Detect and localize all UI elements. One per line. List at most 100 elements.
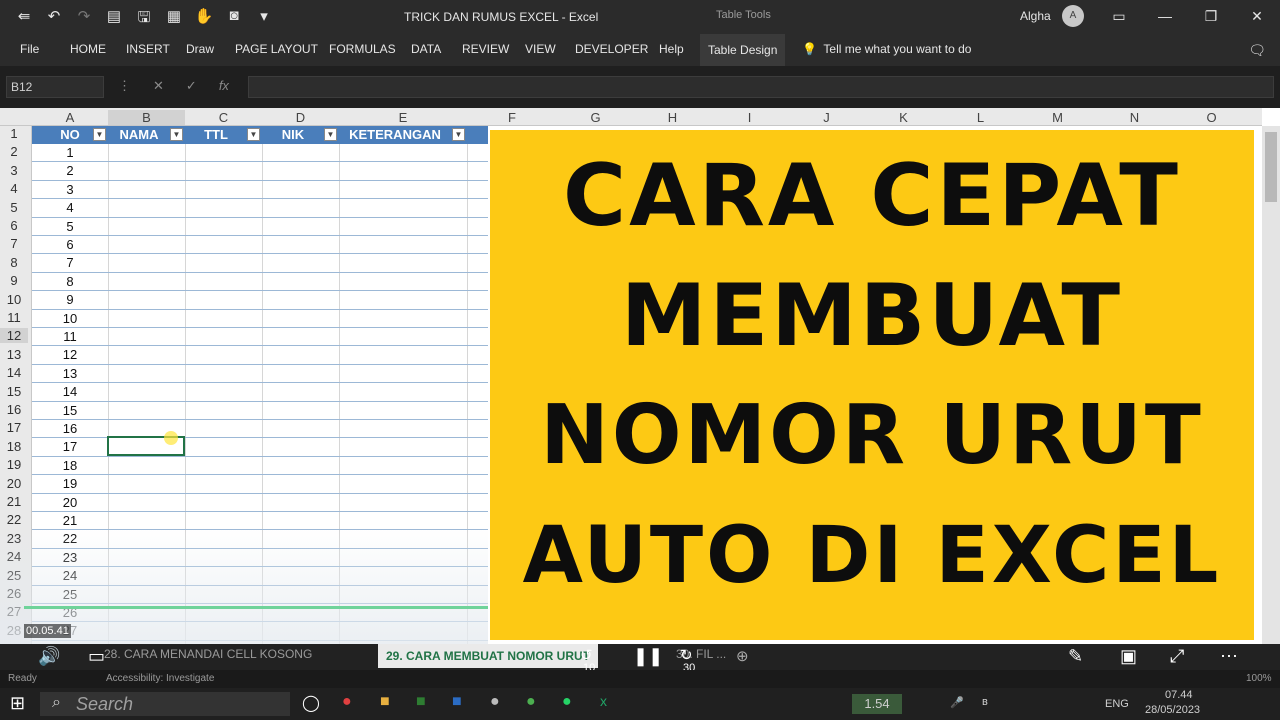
folder-icon[interactable]: ■	[380, 693, 390, 711]
cell-no[interactable]: 8	[32, 274, 108, 289]
column-header[interactable]: D	[262, 110, 339, 125]
column-header[interactable]: O	[1173, 110, 1250, 125]
close-button[interactable]: ✕	[1234, 0, 1280, 32]
filter-dropdown-icon[interactable]: ▼	[93, 128, 106, 141]
row-header[interactable]: 20	[0, 476, 28, 491]
cell-no[interactable]: 12	[32, 347, 108, 362]
column-header[interactable]: A	[32, 110, 108, 125]
cell-no[interactable]: 19	[32, 476, 108, 491]
filter-dropdown-icon[interactable]: ▼	[324, 128, 337, 141]
filter-dropdown-icon[interactable]: ▼	[170, 128, 183, 141]
grid-icon[interactable]: ▦	[164, 7, 184, 32]
filter-dropdown-icon[interactable]: ▼	[452, 128, 465, 141]
column-header[interactable]: E	[339, 110, 467, 125]
clock-time[interactable]: 07.44	[1165, 689, 1193, 701]
ribbon-display-icon[interactable]: ▭	[1096, 0, 1142, 32]
tab-home[interactable]: HOME	[70, 42, 106, 56]
row-header[interactable]: 3	[0, 163, 28, 178]
cell-no[interactable]: 20	[32, 495, 108, 510]
tab-table-design[interactable]: Table Design	[700, 34, 786, 66]
subtitles-icon[interactable]: ▭	[88, 646, 105, 667]
row-header[interactable]: 17	[0, 420, 28, 435]
row-header[interactable]: 11	[0, 310, 28, 325]
task-view-icon[interactable]: ◯	[302, 693, 320, 713]
column-header[interactable]: L	[942, 110, 1019, 125]
column-header[interactable]: H	[634, 110, 711, 125]
camera-icon[interactable]: ◙	[224, 7, 244, 32]
touch-mode-icon[interactable]: ✋	[194, 7, 214, 32]
cell-no[interactable]: 7	[32, 255, 108, 270]
tab-view[interactable]: VIEW	[525, 42, 556, 56]
cell-no[interactable]: 15	[32, 403, 108, 418]
cell-no[interactable]: 11	[32, 329, 108, 344]
tab-draw[interactable]: Draw	[186, 42, 214, 56]
cell-no[interactable]: 18	[32, 458, 108, 473]
taskbar-search[interactable]: Search	[40, 692, 290, 716]
whatsapp-icon[interactable]: ●	[562, 693, 572, 711]
row-header[interactable]: 16	[0, 402, 28, 417]
back-icon[interactable]: ⇚	[14, 7, 34, 32]
cell-no[interactable]: 17	[32, 439, 108, 454]
app-icon[interactable]: ■	[452, 693, 462, 711]
tray-chip[interactable]: 1.54	[852, 694, 902, 714]
edit-icon[interactable]: ✎	[1068, 646, 1083, 667]
row-header[interactable]: 6	[0, 218, 28, 233]
column-header[interactable]: C	[185, 110, 262, 125]
cell-no[interactable]: 2	[32, 163, 108, 178]
redo-icon[interactable]: ↷	[74, 7, 94, 32]
windows-icon[interactable]: ⊞	[10, 693, 25, 714]
miniplayer-icon[interactable]: ▣	[1120, 646, 1137, 667]
column-header[interactable]: I	[711, 110, 788, 125]
column-header[interactable]: M	[1019, 110, 1096, 125]
row-header[interactable]: 15	[0, 384, 28, 399]
cell-no[interactable]: 4	[32, 200, 108, 215]
customize-qat-icon[interactable]: ▾	[254, 7, 274, 32]
formula-input[interactable]	[248, 76, 1274, 98]
column-header[interactable]: N	[1096, 110, 1173, 125]
cell-no[interactable]: 21	[32, 513, 108, 528]
vertical-scrollbar[interactable]	[1262, 126, 1280, 644]
cell-no[interactable]: 3	[32, 182, 108, 197]
user-name[interactable]: Algha	[1020, 9, 1051, 23]
video-progress-bar[interactable]	[24, 606, 488, 609]
enter-icon[interactable]: ✓	[186, 78, 197, 94]
language-indicator[interactable]: ENG	[1105, 698, 1129, 710]
mic-icon[interactable]: 🎤	[950, 696, 964, 709]
column-header[interactable]: J	[788, 110, 865, 125]
row-header[interactable]: 22	[0, 512, 28, 527]
clock-date[interactable]: 28/05/2023	[1145, 704, 1200, 716]
scroll-thumb[interactable]	[1265, 132, 1277, 202]
tab-developer[interactable]: DEVELOPER	[575, 42, 648, 56]
cancel-icon[interactable]: ✕	[153, 78, 164, 94]
tab-help[interactable]: Help	[659, 42, 684, 56]
row-header[interactable]: 1	[0, 126, 28, 141]
more-options-icon[interactable]: ⋯	[1220, 646, 1238, 667]
row-header[interactable]: 18	[0, 439, 28, 454]
app-icon[interactable]: ●	[342, 693, 352, 711]
filter-dropdown-icon[interactable]: ▼	[247, 128, 260, 141]
tab-page-layout[interactable]: PAGE LAYOUT	[235, 42, 318, 56]
row-header[interactable]: 12	[0, 328, 28, 344]
restore-button[interactable]: ❐	[1188, 0, 1234, 32]
pause-icon[interactable]: ❚❚	[633, 646, 663, 667]
chrome-icon[interactable]: ●	[526, 693, 536, 711]
save-icon[interactable]: 🖫	[134, 7, 154, 32]
tab-data[interactable]: DATA	[411, 42, 441, 56]
more-icon[interactable]: ⋮	[118, 78, 131, 94]
tell-me-search[interactable]: 💡 Tell me what you want to do	[802, 42, 971, 56]
row-header[interactable]: 10	[0, 292, 28, 307]
cell-no[interactable]: 14	[32, 384, 108, 399]
row-header[interactable]: 5	[0, 200, 28, 215]
accessibility-status[interactable]: Accessibility: Investigate	[106, 673, 214, 684]
app-icon[interactable]: ●	[490, 693, 500, 711]
zoom-level[interactable]: 100%	[1246, 673, 1272, 684]
bluetooth-icon[interactable]: ʙ	[982, 696, 988, 708]
tab-review[interactable]: REVIEW	[462, 42, 509, 56]
cell-no[interactable]: 13	[32, 366, 108, 381]
insert-function-icon[interactable]: fx	[219, 78, 229, 94]
cell-no[interactable]: 9	[32, 292, 108, 307]
comments-icon[interactable]: 🗨	[1248, 42, 1266, 59]
row-header[interactable]: 19	[0, 457, 28, 472]
cell-no[interactable]: 1	[32, 145, 108, 160]
column-header[interactable]: F	[467, 110, 557, 125]
